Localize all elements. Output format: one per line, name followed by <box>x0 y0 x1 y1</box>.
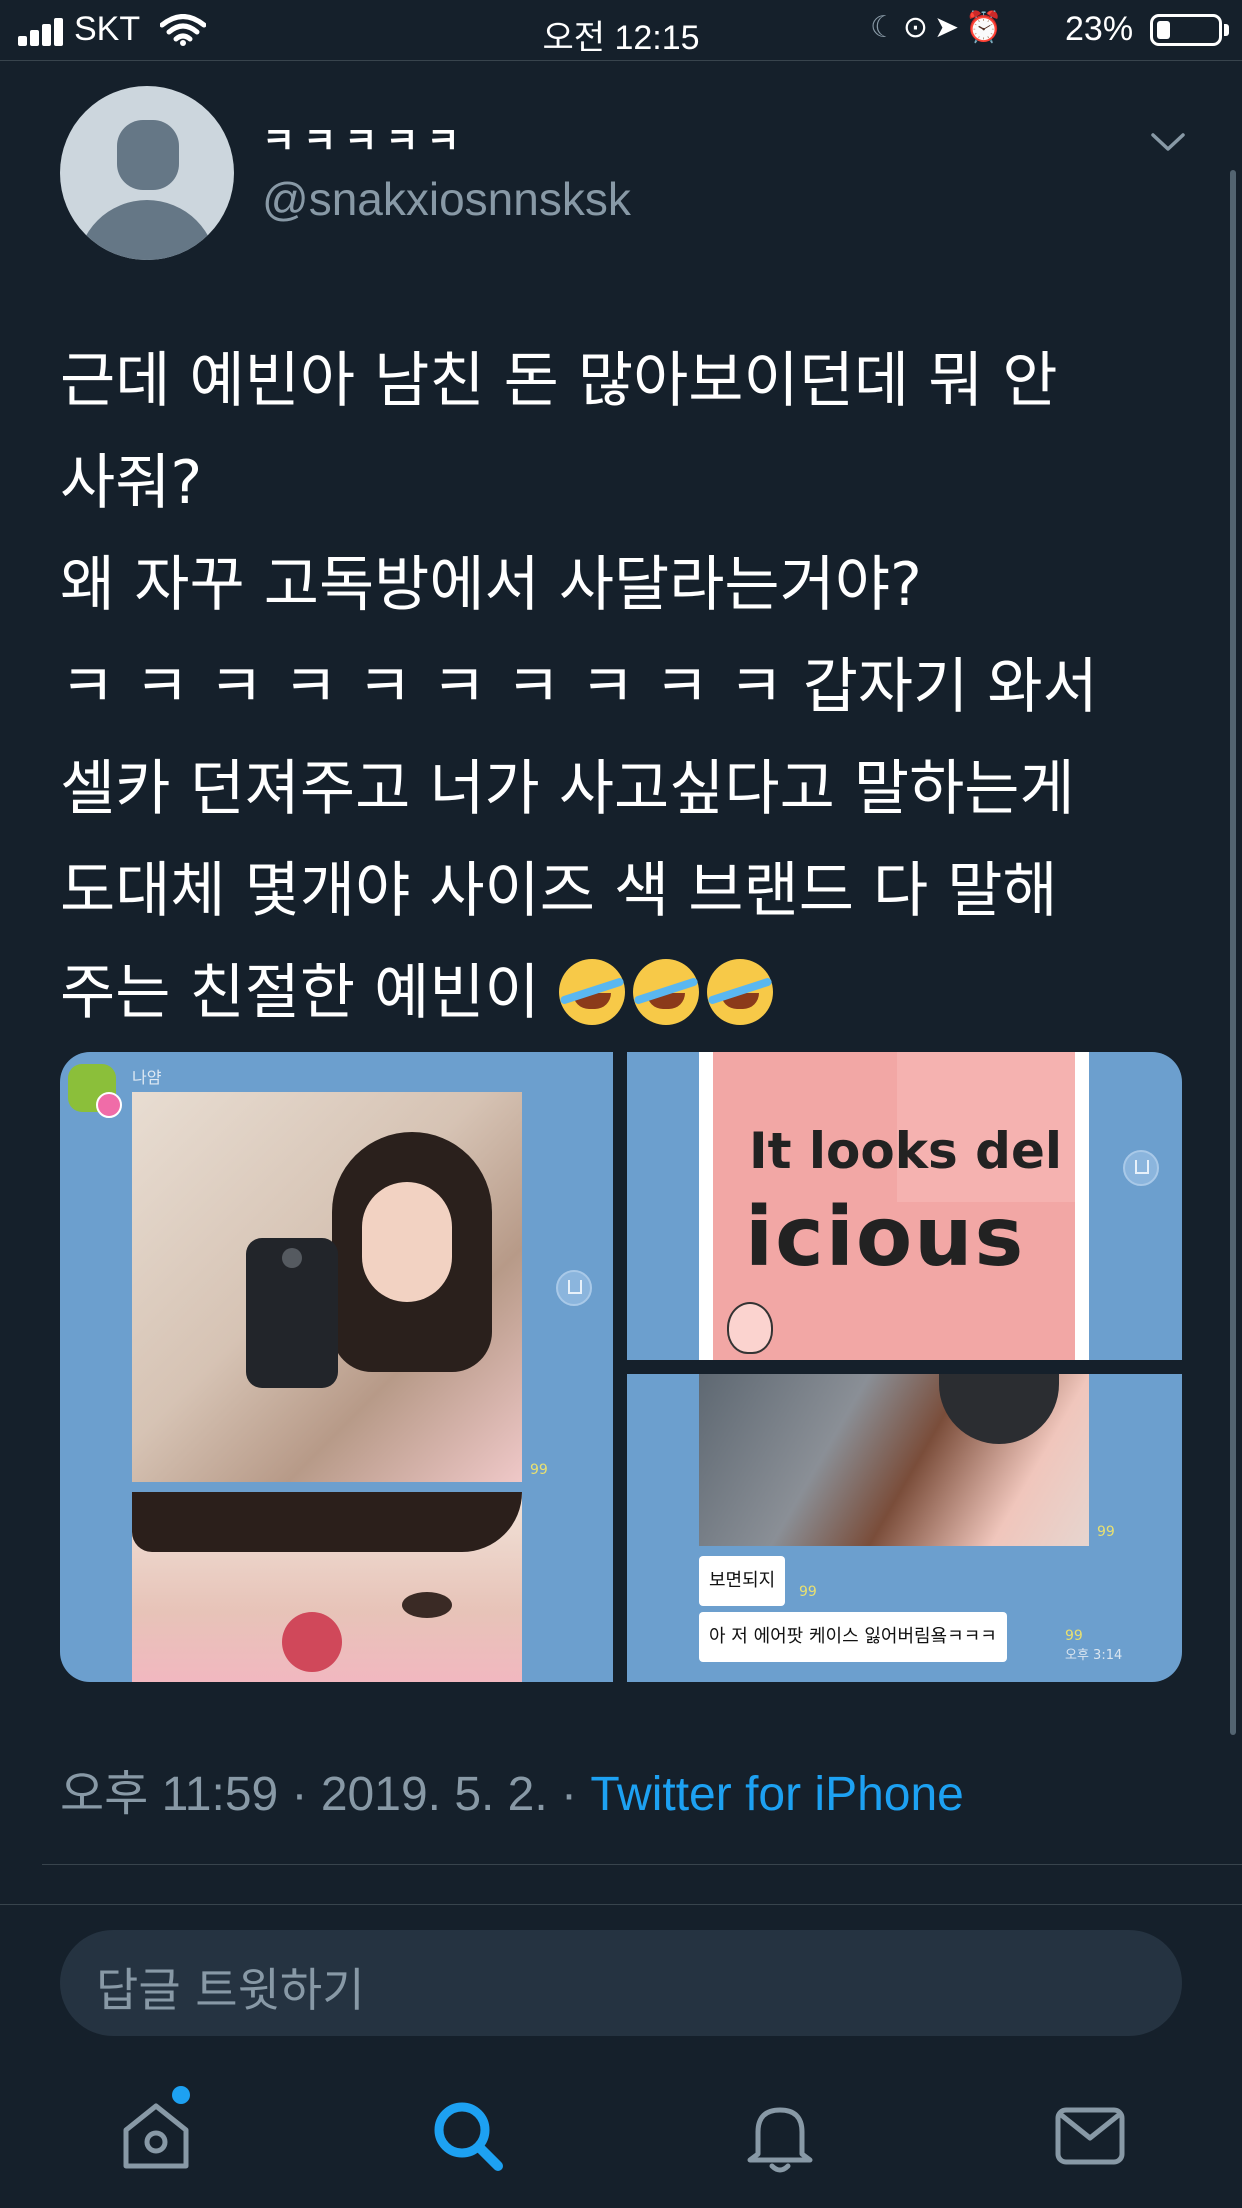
messages-icon[interactable] <box>1050 2096 1130 2176</box>
tweet-text-line: 셀카 던져주고 너가 사고싶다고 말하는게 <box>60 754 1075 824</box>
share-icon <box>556 1270 592 1306</box>
chat-avatar <box>68 1064 122 1118</box>
new-tweets-indicator <box>172 2086 190 2104</box>
read-count: 99 <box>1065 1628 1083 1644</box>
selfie-photo-2 <box>132 1492 522 1682</box>
share-icon <box>1123 1150 1159 1186</box>
photo-face-shape <box>362 1182 452 1302</box>
avatar-body-shape <box>77 200 217 260</box>
selfie-photo <box>132 1092 522 1482</box>
apeach-character-icon <box>727 1302 773 1354</box>
photo-eye-shape <box>402 1592 452 1618</box>
moon-icon: ☾ <box>870 11 903 44</box>
user-handle[interactable]: @snakxiosnnsksk <box>262 172 631 226</box>
battery-nub <box>1224 24 1229 36</box>
reply-placeholder: 답글 트윗하기 <box>96 1963 365 2017</box>
rolling-laughing-emoji-icon <box>558 959 625 1025</box>
location-icon: ➤ <box>934 11 966 44</box>
rolling-laughing-emoji-icon <box>632 959 699 1025</box>
photo-hair-shape <box>132 1492 522 1552</box>
photo-lips-shape <box>282 1612 342 1672</box>
notifications-icon[interactable] <box>740 2096 820 2176</box>
alarm-icon: ⏰ <box>965 11 1009 44</box>
chat-time: 오후 3:14 <box>1065 1648 1123 1663</box>
chevron-down-icon[interactable] <box>1150 130 1186 154</box>
sticker-text-line-1: It looks del <box>749 1122 1063 1180</box>
media-image-2[interactable]: It looks del icious <box>627 1052 1182 1360</box>
tweet-text-line: 왜 자꾸 고독방에서 사달라는거야? <box>60 550 922 620</box>
status-time: 오전 12:15 <box>542 19 700 57</box>
avatar[interactable] <box>60 86 234 260</box>
status-divider <box>0 60 1242 61</box>
tweet-timestamp: 오후 11:59 · 2019. 5. 2. · Twitter for iPh… <box>60 1754 964 1824</box>
tweet-source-link[interactable]: Twitter for iPhone <box>590 1768 964 1821</box>
scrollbar[interactable] <box>1230 170 1236 1735</box>
tweet-text-last-line: 주는 친절한 예빈이 <box>60 942 1200 1044</box>
read-count: 99 <box>799 1584 817 1600</box>
timestamp-text: 오후 11:59 · 2019. 5. 2. · <box>60 1768 591 1821</box>
chat-bubble: 보면되지 <box>699 1556 786 1606</box>
status-bar: SKT 오전 12:15 ☾⊙➤⏰ 23% <box>0 0 1242 60</box>
home-icon[interactable] <box>116 2096 196 2176</box>
scarf-photo <box>699 1374 1089 1546</box>
chat-bubble: 아 저 에어팟 케이스 잃어버림욬ㅋㅋㅋ <box>699 1612 1007 1662</box>
search-icon[interactable] <box>428 2096 508 2176</box>
media-grid[interactable]: 나얌 99 It looks del icious 99 보면되지 99 아 저… <box>60 1052 1182 1682</box>
battery-icon <box>1150 14 1222 46</box>
avatar-head-shape <box>117 120 179 190</box>
phone-shape <box>246 1238 338 1388</box>
read-count: 99 <box>530 1462 548 1478</box>
tweet-text-line: 사줘? <box>60 448 203 518</box>
battery-fill <box>1157 21 1170 39</box>
rolling-laughing-emoji-icon <box>706 959 773 1025</box>
tweet-text: 근데 예빈아 남친 돈 많아보이던데 뭐 안 사줘? 왜 자꾸 고독방에서 사달… <box>60 330 1200 1044</box>
display-name[interactable]: ㅋㅋㅋㅋㅋ <box>262 112 468 164</box>
divider <box>0 1904 1242 1905</box>
rotation-lock-icon: ⊙ <box>902 11 935 44</box>
battery-percent: 23% <box>1065 10 1134 48</box>
media-image-3[interactable]: 99 보면되지 99 아 저 에어팟 케이스 잃어버림욬ㅋㅋㅋ 99 오후 3:… <box>627 1374 1182 1682</box>
read-count: 99 <box>1097 1524 1115 1540</box>
photo-mask-shape <box>939 1374 1059 1444</box>
media-image-1[interactable]: 나얌 99 <box>60 1052 613 1682</box>
sticker-text-line-2: icious <box>745 1190 1026 1285</box>
tweet-text-line: 주는 친절한 예빈이 <box>60 958 559 1028</box>
status-icons: ☾⊙➤⏰ <box>870 10 1009 45</box>
tweet-text-line: ㅋ ㅋ ㅋ ㅋ ㅋ ㅋ ㅋ ㅋ ㅋ ㅋ 갑자기 와서 <box>60 652 1098 722</box>
chat-sender-name: 나얌 <box>132 1068 162 1087</box>
tweet-text-line: 근데 예빈아 남친 돈 많아보이던데 뭐 안 <box>60 346 1058 416</box>
divider <box>42 1864 1242 1865</box>
tweet-text-line: 도대체 몇개야 사이즈 색 브랜드 다 말해 <box>60 856 1058 926</box>
